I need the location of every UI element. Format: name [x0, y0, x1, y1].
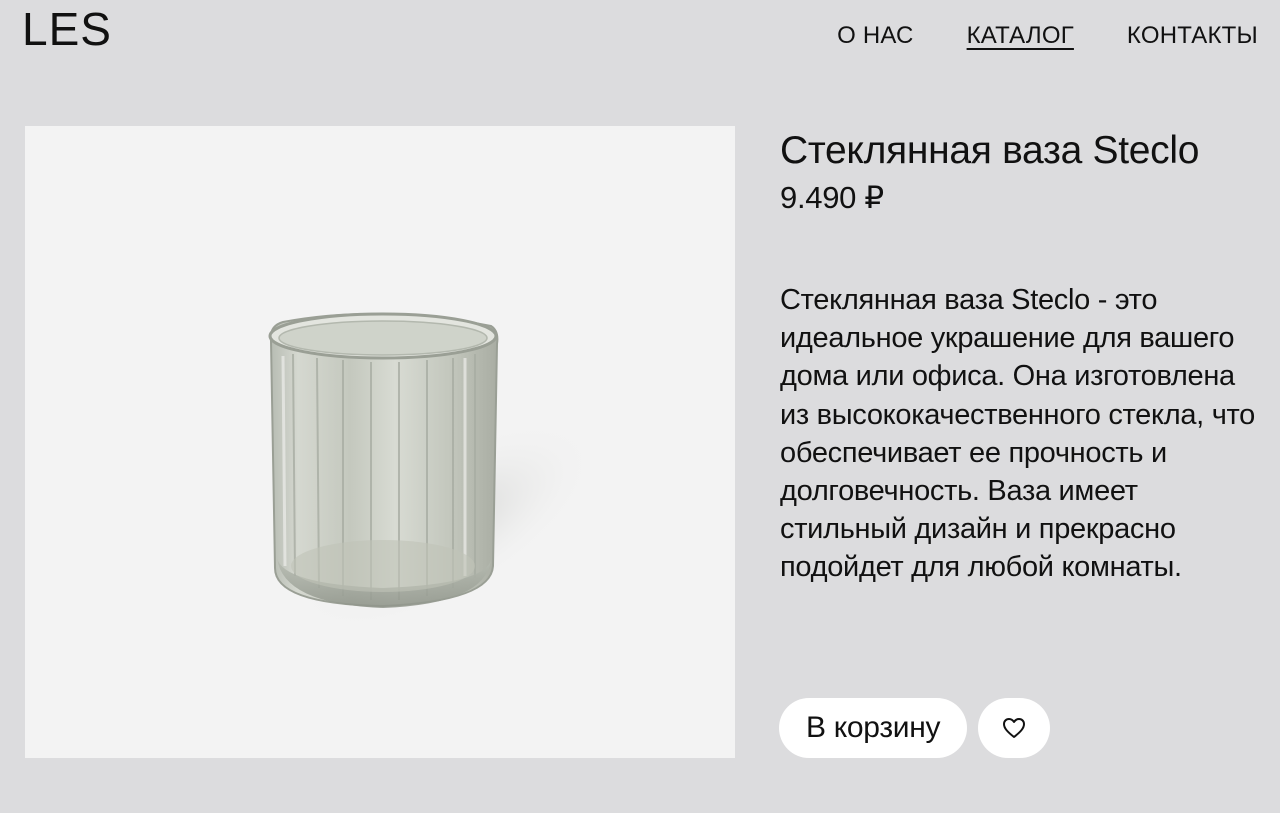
- product-image: [25, 126, 735, 758]
- add-to-cart-button[interactable]: В корзину: [779, 698, 968, 758]
- product-title: Стеклянная ваза Steclo: [780, 129, 1200, 172]
- product-actions: В корзину: [779, 698, 1051, 758]
- glass-vase-photo: [268, 312, 597, 631]
- favorite-button[interactable]: [978, 698, 1051, 758]
- product-info: Стеклянная ваза Steclo 9.490 ₽: [780, 128, 1260, 217]
- site-logo[interactable]: LES: [22, 4, 112, 54]
- nav-about[interactable]: О НАС: [837, 22, 913, 50]
- product-price: 9.490 ₽: [780, 180, 884, 215]
- nav-contacts[interactable]: КОНТАКТЫ: [1127, 22, 1258, 50]
- main-nav: О НАС КАТАЛОГ КОНТАКТЫ: [837, 22, 1258, 50]
- heart-icon: [1003, 718, 1026, 738]
- nav-catalog[interactable]: КАТАЛОГ: [967, 22, 1074, 50]
- product-description: Стеклянная ваза Steclo - это идеальное у…: [780, 284, 1255, 584]
